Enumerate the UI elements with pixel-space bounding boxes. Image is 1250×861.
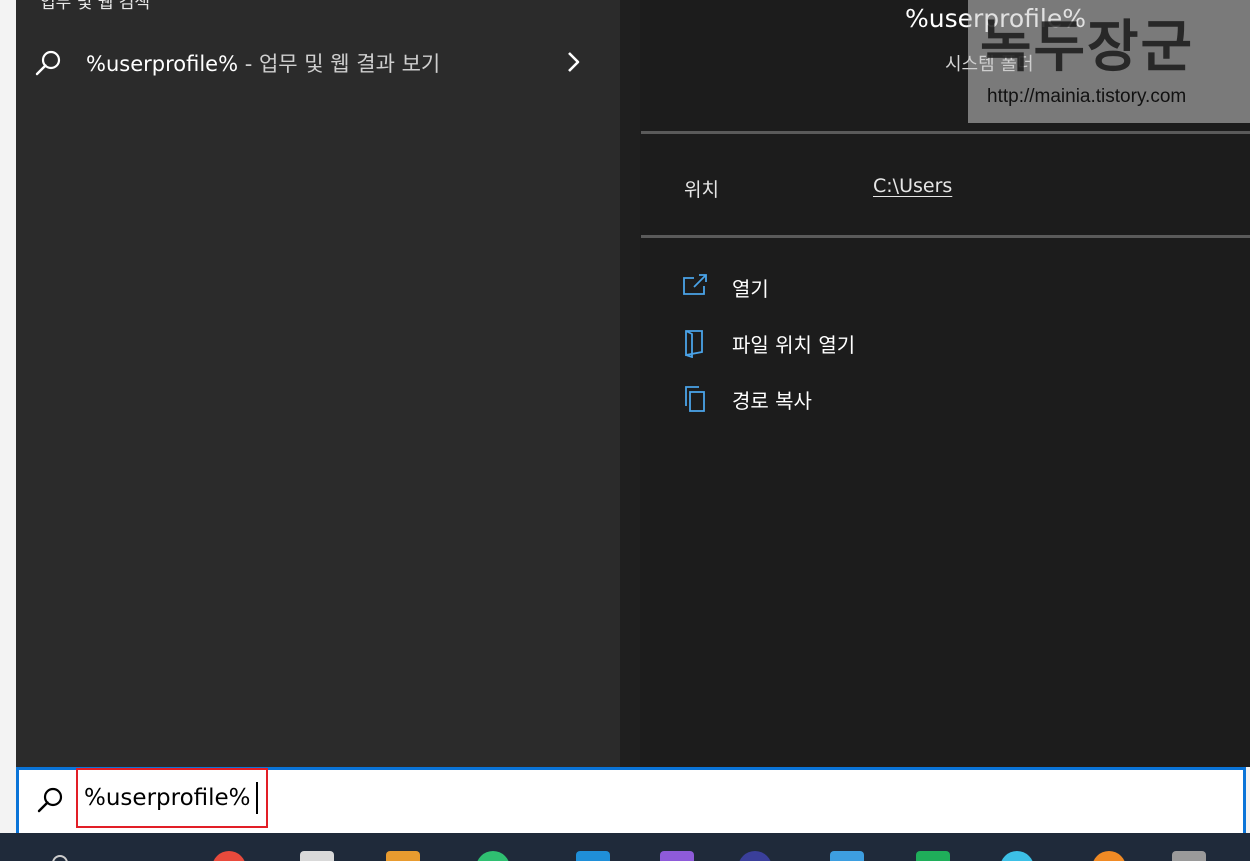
action-open-file-location-label: 파일 위치 열기 xyxy=(732,332,856,357)
taskbar-app-icon[interactable] xyxy=(660,851,694,861)
web-result-row[interactable]: %userprofile% - 업무 및 웹 결과 보기 xyxy=(16,36,620,86)
taskbar-app-icon[interactable] xyxy=(916,851,950,861)
action-copy-path-label: 경로 복사 xyxy=(732,388,812,413)
text-caret xyxy=(256,782,258,814)
taskbar-app-icon[interactable] xyxy=(1172,851,1206,861)
web-result-suffix: - 업무 및 웹 결과 보기 xyxy=(238,52,441,76)
search-icon xyxy=(37,787,63,813)
taskbar-app-icon[interactable] xyxy=(476,851,510,861)
detail-separator xyxy=(641,131,1250,134)
taskbar-app-icon[interactable] xyxy=(830,851,864,861)
taskbar-app-icon[interactable] xyxy=(1000,851,1034,861)
left-edge xyxy=(0,0,17,861)
action-copy-path[interactable]: 경로 복사 xyxy=(680,382,812,416)
location-link[interactable]: C:\Users xyxy=(873,175,952,197)
taskbar-app-icon[interactable] xyxy=(212,851,246,861)
search-input-highlight xyxy=(76,768,268,828)
pane-divider xyxy=(620,0,640,767)
taskbar-app-icon[interactable] xyxy=(738,851,772,861)
detail-separator xyxy=(641,235,1250,238)
folder-location-icon xyxy=(685,330,703,358)
open-external-icon xyxy=(683,274,707,295)
location-label: 위치 xyxy=(684,179,719,201)
action-open-file-location[interactable]: 파일 위치 열기 xyxy=(680,326,855,360)
taskbar-app-icon[interactable] xyxy=(300,851,334,861)
web-result-query: %userprofile% xyxy=(86,52,239,76)
search-input[interactable] xyxy=(78,770,266,826)
copy-icon xyxy=(685,386,705,412)
taskbar xyxy=(0,833,1250,861)
action-open-label: 열기 xyxy=(732,276,769,301)
taskbar-search-icon[interactable] xyxy=(52,855,68,861)
watermark-brand: 녹두장군 xyxy=(980,15,1195,80)
search-results-pane xyxy=(16,0,620,767)
watermark-url: http://mainia.tistory.com xyxy=(987,86,1187,107)
section-title: 업무 및 웹 검색 xyxy=(40,0,151,13)
taskbar-app-icon[interactable] xyxy=(576,851,610,861)
taskbar-app-icon[interactable] xyxy=(1092,851,1126,861)
taskbar-app-icon[interactable] xyxy=(386,851,420,861)
chevron-right-icon[interactable] xyxy=(564,50,584,74)
action-open[interactable]: 열기 xyxy=(680,270,769,304)
web-result-label: %userprofile% - 업무 및 웹 결과 보기 xyxy=(86,48,440,78)
search-icon xyxy=(35,50,61,76)
